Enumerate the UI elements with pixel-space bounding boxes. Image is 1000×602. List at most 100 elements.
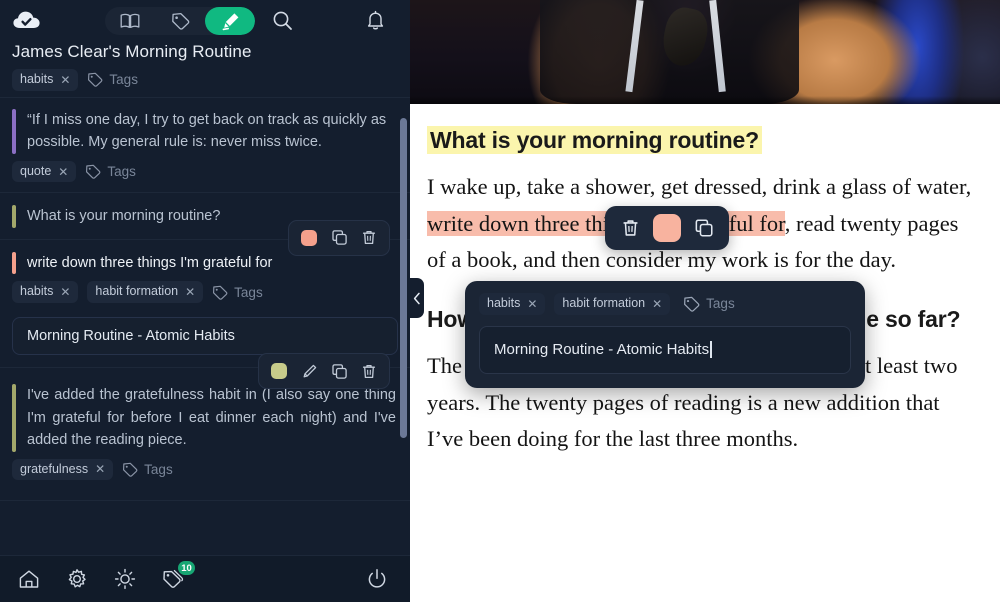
- add-tag-label: Tags: [234, 284, 263, 300]
- tab-highlighter[interactable]: [205, 6, 255, 35]
- delete-highlight-button[interactable]: [615, 214, 645, 242]
- add-tag-button[interactable]: Tags: [212, 285, 263, 300]
- note-text: I've added the gratefulness habit in (I …: [27, 387, 396, 449]
- edit-button[interactable]: [296, 359, 322, 383]
- note-text: “If I miss one day, I try to get back on…: [27, 111, 387, 151]
- popup-tag-row: habits ✕ habit formation ✕ Tags: [479, 293, 851, 315]
- tag-chip-habit-formation[interactable]: habit formation ✕: [554, 293, 671, 315]
- tag-icon: [683, 296, 700, 312]
- sidebar-bottom-bar: 10: [0, 555, 410, 602]
- color-swatch-button[interactable]: [266, 359, 292, 383]
- tag-icon: [87, 72, 103, 88]
- search-icon: [272, 10, 293, 31]
- hero-image: [410, 0, 1000, 104]
- add-tag-button[interactable]: Tags: [122, 462, 173, 477]
- list-item[interactable]: “If I miss one day, I try to get back on…: [0, 98, 410, 193]
- trash-icon: [361, 229, 377, 246]
- tag-chip-habits[interactable]: habits ✕: [479, 293, 546, 315]
- tag-chip-label: habit formation: [562, 296, 646, 310]
- add-tag-button[interactable]: Tags: [87, 72, 138, 87]
- add-tag-button[interactable]: Tags: [85, 164, 136, 179]
- tag-chip-habits[interactable]: habits ✕: [12, 69, 79, 91]
- color-swatch-button[interactable]: [296, 226, 322, 250]
- copy-button[interactable]: [326, 226, 352, 250]
- tag-chip-label: habits: [20, 72, 54, 86]
- copy-button[interactable]: [326, 359, 352, 383]
- remove-tag-icon[interactable]: ✕: [60, 74, 70, 86]
- highlight-color-swatch[interactable]: [653, 214, 681, 242]
- main-panel: What is your morning routine? I wake up,…: [410, 0, 1000, 602]
- remove-tag-icon[interactable]: ✕: [652, 298, 662, 310]
- tag-edit-popup: habits ✕ habit formation ✕ Tags Morning …: [465, 281, 865, 388]
- tags-stack-button[interactable]: 10: [158, 561, 195, 594]
- copy-icon: [331, 363, 348, 380]
- tag-chip-label: habit formation: [95, 284, 179, 299]
- note-title-input[interactable]: Morning Routine - Atomic Habits: [12, 317, 398, 356]
- hero-fade: [410, 96, 1000, 104]
- settings-button[interactable]: [62, 564, 92, 594]
- tag-chip-gratefulness[interactable]: gratefulness ✕: [12, 458, 114, 481]
- highlight-toolbar: [605, 206, 729, 250]
- search-button[interactable]: [265, 7, 299, 35]
- page-title: James Clear's Morning Routine: [12, 42, 252, 61]
- notifications-button[interactable]: [358, 7, 392, 35]
- note-accent-bar: [12, 251, 16, 275]
- app-root: James Clear's Morning Routine habits ✕ T…: [0, 0, 1000, 602]
- power-icon: [366, 568, 388, 590]
- notes-list[interactable]: “If I miss one day, I try to get back on…: [0, 98, 410, 555]
- add-tag-label: Tags: [144, 461, 173, 477]
- tag-chip-label: quote: [20, 163, 52, 178]
- remove-tag-icon[interactable]: ✕: [95, 463, 105, 475]
- paragraph-text-a: I wake up, take a shower, get dressed, d…: [427, 174, 972, 200]
- note-title-value: Morning Routine - Atomic Habits: [494, 341, 710, 359]
- tag-icon: [85, 164, 101, 179]
- gear-icon: [66, 568, 88, 590]
- note-accent-bar: [12, 108, 16, 154]
- add-tag-label: Tags: [706, 296, 735, 312]
- text-caret: [710, 341, 712, 359]
- tag-chip-habits[interactable]: habits ✕: [12, 281, 79, 304]
- note-accent-bar: [12, 384, 16, 452]
- tag-chip-label: habits: [487, 296, 521, 310]
- note-action-toolbar: [258, 353, 390, 390]
- copy-highlight-button[interactable]: [689, 214, 719, 242]
- home-icon: [18, 569, 40, 590]
- remove-tag-icon[interactable]: ✕: [527, 298, 537, 310]
- note-action-toolbar: [288, 219, 390, 256]
- power-button[interactable]: [362, 564, 392, 594]
- tab-tag[interactable]: [155, 7, 205, 35]
- list-item[interactable]: write down three things I'm grateful for…: [0, 219, 410, 313]
- sidebar-scrollbar[interactable]: [400, 117, 407, 438]
- sidebar: James Clear's Morning Routine habits ✕ T…: [0, 0, 410, 602]
- list-item[interactable]: I've added the gratefulness habit in (I …: [0, 353, 410, 490]
- cloud-check-icon[interactable]: [12, 10, 42, 32]
- divider: [0, 500, 410, 502]
- note-title-input[interactable]: Morning Routine - Atomic Habits: [479, 325, 851, 374]
- tags-count-badge: 10: [178, 561, 195, 575]
- remove-tag-icon[interactable]: ✕: [60, 286, 70, 298]
- copy-icon: [694, 218, 714, 238]
- remove-tag-icon[interactable]: ✕: [185, 286, 195, 298]
- tag-chip-habit-formation[interactable]: habit formation ✕: [87, 281, 204, 304]
- add-tag-button[interactable]: Tags: [683, 296, 735, 312]
- swatch-icon: [301, 229, 317, 246]
- highlighter-icon: [220, 11, 241, 31]
- bell-icon: [366, 10, 385, 31]
- sun-icon: [114, 568, 136, 590]
- yellow-highlight[interactable]: What is your morning routine?: [427, 126, 762, 154]
- delete-button[interactable]: [356, 226, 382, 250]
- document-tag-row: habits ✕ Tags: [0, 62, 410, 97]
- tab-book[interactable]: [105, 7, 155, 35]
- remove-tag-icon[interactable]: ✕: [58, 166, 68, 178]
- heading-morning-routine: What is your morning routine?: [427, 126, 974, 155]
- add-tag-label: Tags: [107, 164, 136, 180]
- tag-chip-label: habits: [20, 284, 54, 299]
- brightness-button[interactable]: [110, 564, 140, 594]
- chevron-left-icon: [413, 292, 421, 305]
- delete-button[interactable]: [356, 359, 382, 383]
- tag-chip-quote[interactable]: quote ✕: [12, 160, 77, 183]
- collapse-sidebar-button[interactable]: [410, 278, 424, 318]
- sidebar-topbar: [0, 0, 410, 41]
- home-button[interactable]: [14, 564, 44, 594]
- add-tag-label: Tags: [109, 72, 138, 88]
